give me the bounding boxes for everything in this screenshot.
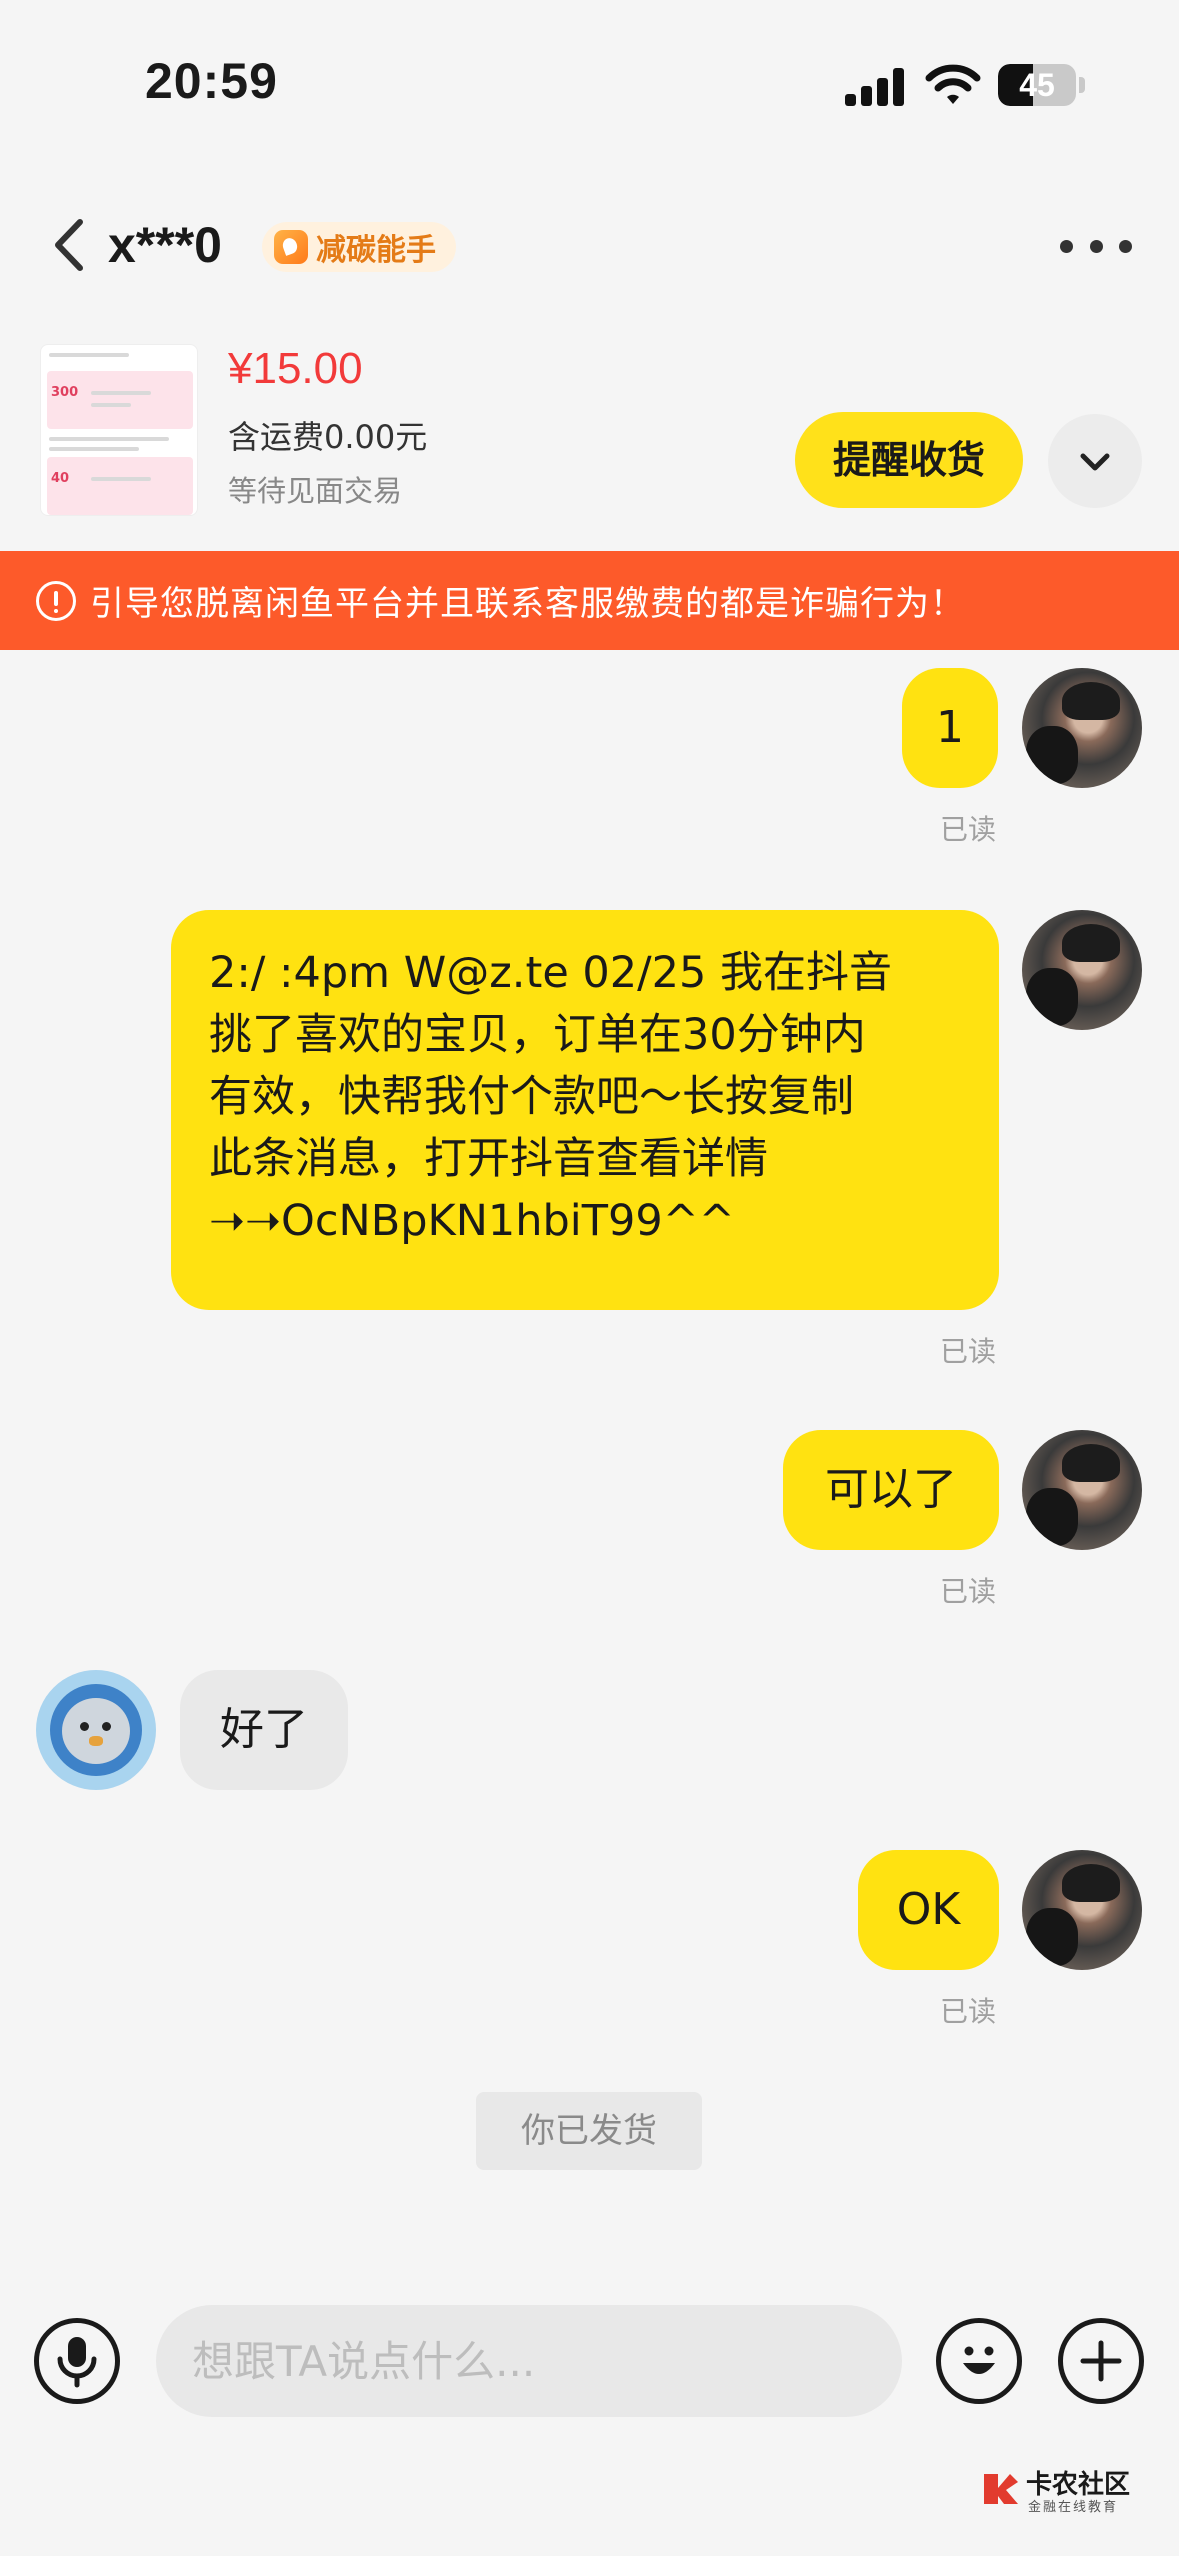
status-time: 20:59 xyxy=(145,53,278,109)
watermark-logo-icon xyxy=(984,2474,1018,2504)
plus-icon[interactable] xyxy=(1058,2318,1144,2404)
my-avatar[interactable] xyxy=(1022,910,1142,1030)
thumb-tag: 300 xyxy=(51,385,79,400)
read-receipt: 已读 xyxy=(940,813,997,846)
read-receipt: 已读 xyxy=(940,1335,997,1368)
message-bubble[interactable]: 好了 xyxy=(180,1670,348,1790)
message-input[interactable] xyxy=(156,2305,902,2417)
read-receipt: 已读 xyxy=(940,1995,997,2028)
back-icon[interactable] xyxy=(40,210,110,280)
remind-receipt-button[interactable]: 提醒收货 xyxy=(795,412,1023,508)
badge-label: 减碳能手 xyxy=(316,233,436,268)
message-line: 挑了喜欢的宝贝，订单在30分钟内 xyxy=(209,1010,866,1060)
product-card[interactable]: 300 40 ¥15.00 含运费0.00元 等待见面交易 提醒收货 xyxy=(0,330,1179,550)
read-receipt: 已读 xyxy=(940,1575,997,1608)
my-avatar[interactable] xyxy=(1022,668,1142,788)
thumb-tag: 40 xyxy=(51,471,70,486)
message-bubble[interactable]: 可以了 xyxy=(783,1430,999,1550)
watermark: 卡农社区 金融在线教育 xyxy=(980,2462,1160,2522)
product-price: ¥15.00 xyxy=(228,344,363,393)
message-line: 有效，快帮我付个款吧～长按复制 xyxy=(209,1072,854,1122)
message-bubble[interactable]: OK xyxy=(858,1850,999,1970)
watermark-subtitle: 金融在线教育 xyxy=(1028,2500,1119,2515)
my-avatar[interactable] xyxy=(1022,1850,1142,1970)
order-status: 等待见面交易 xyxy=(228,474,403,508)
my-avatar[interactable] xyxy=(1022,1430,1142,1550)
message-bubble[interactable]: 1 xyxy=(902,668,998,788)
user-badge[interactable]: 减碳能手 xyxy=(262,222,456,272)
fraud-warning-banner: 引导您脱离闲鱼平台并且联系客服缴费的都是诈骗行为！ xyxy=(0,551,1179,650)
emoji-icon[interactable] xyxy=(936,2318,1022,2404)
input-bar xyxy=(0,2290,1179,2440)
battery-level: 45 xyxy=(1019,67,1055,103)
leaf-icon xyxy=(274,230,308,264)
message-line: ➝➝OcNBpKN1hbiT99^^ xyxy=(209,1196,735,1246)
message-line: 2:/ :4pm W@z.te 02/25 我在抖音 xyxy=(209,948,893,998)
chat-screen: 20:59 45 x***0 减碳能手 300 40 ¥15.00 含运费0.0… xyxy=(0,0,1179,2556)
product-thumbnail[interactable]: 300 40 xyxy=(40,344,198,516)
wifi-icon xyxy=(925,64,981,104)
chat-header: x***0 减碳能手 xyxy=(0,190,1179,300)
microphone-icon[interactable] xyxy=(34,2318,120,2404)
status-bar: 20:59 45 xyxy=(0,0,1179,180)
more-icon[interactable] xyxy=(1060,228,1132,264)
shipped-notice: 你已发货 xyxy=(476,2092,702,2170)
message-line: 此条消息，打开抖音查看详情 xyxy=(209,1134,768,1184)
contact-avatar[interactable] xyxy=(36,1670,156,1790)
chevron-down-icon[interactable] xyxy=(1048,414,1142,508)
shipping-fee: 含运费0.00元 xyxy=(228,418,428,456)
battery-icon: 45 xyxy=(998,64,1076,106)
warning-text: 引导您脱离闲鱼平台并且联系客服缴费的都是诈骗行为！ xyxy=(90,584,965,624)
alert-circle-icon xyxy=(36,580,76,621)
message-bubble[interactable]: 2:/ :4pm W@z.te 02/25 我在抖音 挑了喜欢的宝贝，订单在30… xyxy=(171,910,999,1310)
contact-name[interactable]: x***0 xyxy=(108,216,222,274)
signal-icon xyxy=(845,66,905,106)
